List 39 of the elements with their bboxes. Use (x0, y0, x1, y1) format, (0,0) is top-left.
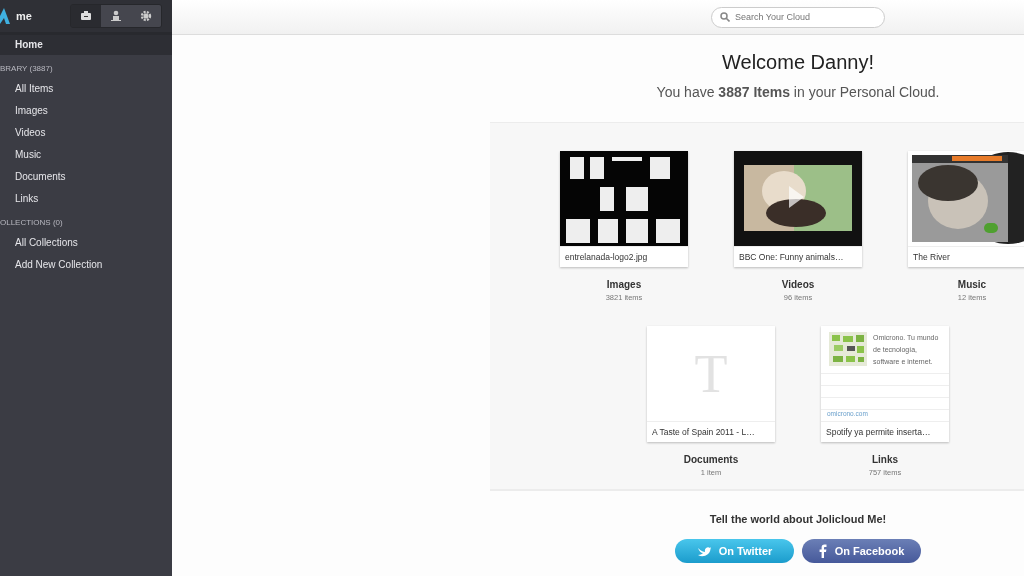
card-caption: The River (908, 246, 1024, 267)
item-card[interactable]: BBC One: Funny animals… (734, 151, 862, 267)
item-card[interactable]: entrelanada-logo2.jpg (560, 151, 688, 267)
bird-icon (696, 545, 711, 557)
sidebar-item[interactable]: Videos (0, 122, 172, 144)
sidebar-item[interactable]: Documents (0, 166, 172, 188)
gear-icon (140, 10, 152, 22)
welcome-title: Welcome Danny! (722, 51, 874, 74)
search-field[interactable]: Search Your Cloud (711, 6, 885, 28)
drive-icon (80, 10, 92, 22)
facebook-f-icon (818, 544, 827, 558)
gear-button[interactable] (131, 5, 161, 27)
welcome-subtitle: You have 3887 Items in your Personal Cloud. (656, 84, 940, 100)
category-name: Images (606, 279, 642, 290)
card-caption: entrelanada-logo2.jpg (560, 246, 688, 267)
home-nav-item[interactable]: Home (0, 35, 172, 55)
category-name: Music (957, 279, 987, 290)
category-name: Links (871, 454, 899, 465)
people-icon (110, 10, 122, 22)
facebook-button[interactable]: On Facebook (802, 539, 921, 563)
share-title: Tell the world about Jolicloud Me! (709, 513, 887, 525)
item-card[interactable]: The River (908, 151, 1024, 267)
sidebar-item[interactable]: All Collections (0, 232, 172, 254)
sidebar-item[interactable]: Images (0, 100, 172, 122)
sidebar-item[interactable]: Add New Collection (0, 254, 172, 276)
card-caption: A Taste of Spain 2011 - L… (647, 421, 775, 442)
sidebar-item[interactable]: All Items (0, 78, 172, 100)
category-name: Documents (683, 454, 739, 465)
section-heading: OLLECTIONS (0) (0, 217, 64, 229)
card-caption: Spotify ya permite inserta… (821, 421, 949, 442)
people-button[interactable] (101, 5, 131, 27)
card-caption: BBC One: Funny animals… (734, 246, 862, 267)
sidebar-item[interactable]: Music (0, 144, 172, 166)
sidebar-item[interactable]: Links (0, 188, 172, 210)
drive-button[interactable] (71, 5, 101, 27)
section-heading: BRARY (3887) (0, 63, 54, 75)
logo-icon (0, 8, 10, 24)
app-name: me (16, 10, 32, 22)
category-name: Videos (781, 279, 815, 290)
